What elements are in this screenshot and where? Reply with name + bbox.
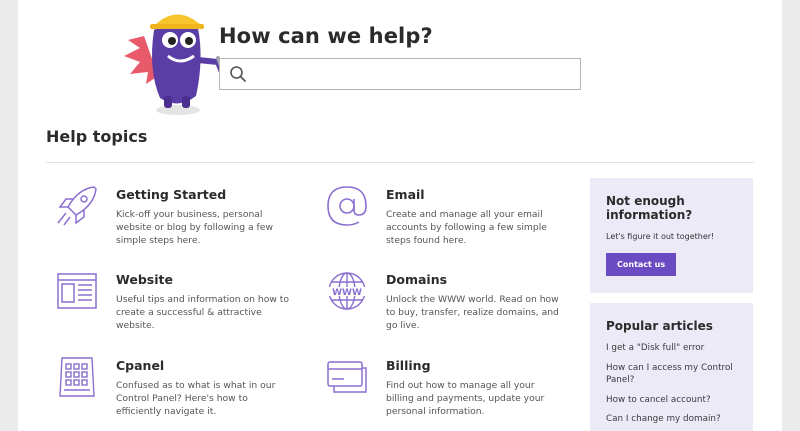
contact-panel-subtitle: Let's figure it out together! xyxy=(606,232,715,241)
article-link[interactable]: How can I access my Control Panel? xyxy=(606,362,737,387)
help-topics-title: Help topics xyxy=(46,127,148,146)
help-page: How can we help? Help topics Getting Sta… xyxy=(18,0,782,431)
svg-text:WWW: WWW xyxy=(332,288,362,298)
topic-description: Find out how to manage all your billing … xyxy=(386,380,545,417)
contact-panel-title: Not enough information? xyxy=(606,194,693,222)
control-panel-icon xyxy=(59,357,95,397)
article-link[interactable]: I get a "Disk full" error xyxy=(606,342,737,355)
topic-description: Unlock the WWW world. Read on how to buy… xyxy=(386,294,559,331)
hero-title: How can we help? xyxy=(219,24,433,48)
globe-www-icon: WWW xyxy=(327,272,367,310)
popular-articles-panel: Popular articles I get a "Disk full" err… xyxy=(590,303,753,431)
at-sign-icon xyxy=(327,186,367,226)
contact-us-button[interactable]: Contact us xyxy=(606,253,677,276)
search-input[interactable] xyxy=(254,63,574,85)
article-link[interactable]: How to cancel account? xyxy=(606,394,737,407)
divider xyxy=(46,162,754,163)
mascot-illustration xyxy=(124,14,232,115)
topic-description: Kick-off your business, personal website… xyxy=(116,209,273,246)
article-link[interactable]: Can I change my domain? xyxy=(606,413,737,426)
webpage-icon xyxy=(57,273,97,309)
topic-description: Create and manage all your email account… xyxy=(386,209,547,246)
topic-description: Confused as to what is what in our Contr… xyxy=(116,380,276,417)
popular-articles-title: Popular articles xyxy=(606,319,713,333)
topic-description: Useful tips and information on how to cr… xyxy=(116,294,290,331)
search-icon xyxy=(230,66,246,82)
search-box[interactable] xyxy=(219,58,581,90)
credit-card-icon xyxy=(327,361,367,393)
rocket-icon xyxy=(57,186,97,226)
contact-panel: Not enough information? Let's figure it … xyxy=(590,178,753,293)
